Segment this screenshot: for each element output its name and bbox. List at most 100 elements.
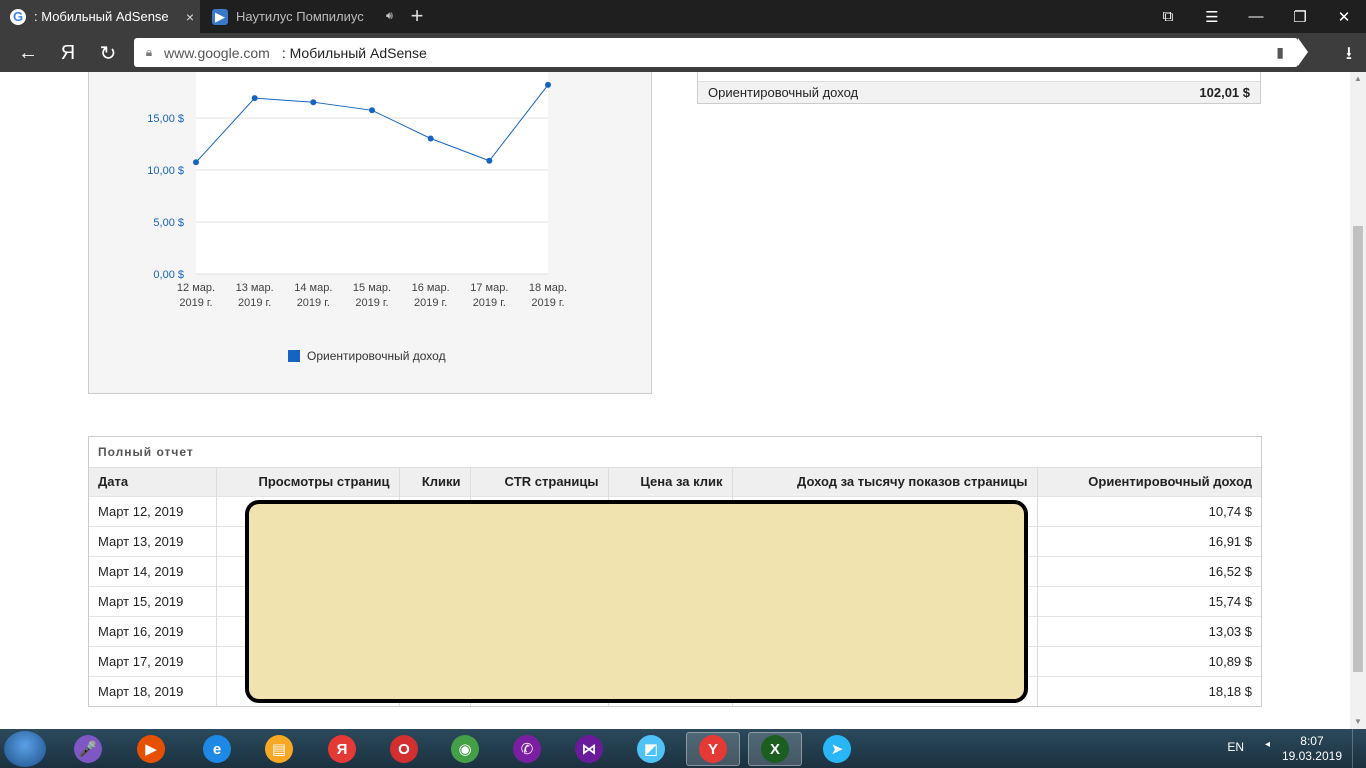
col-date[interactable]: Дата bbox=[89, 468, 217, 496]
viber-icon: ✆ bbox=[513, 735, 541, 763]
data-point bbox=[369, 107, 375, 114]
summary-total-value: 102,01 $ bbox=[1199, 85, 1250, 100]
page-scrollbar[interactable]: ▲ ▼ bbox=[1350, 72, 1366, 729]
menu-icon[interactable]: ☰ bbox=[1190, 0, 1234, 33]
tab-label: : Мобильный AdSense bbox=[34, 9, 169, 24]
x-tick-label: 2019 г. bbox=[531, 297, 564, 309]
summary-total-label: Ориентировочный доход bbox=[708, 85, 859, 100]
excel-app[interactable]: X bbox=[748, 732, 802, 766]
back-button[interactable]: ← bbox=[14, 39, 42, 67]
col-pageviews[interactable]: Просмотры страниц bbox=[216, 468, 400, 496]
cell-revenue: 10,74 $ bbox=[1037, 495, 1261, 526]
col-ctr[interactable]: CTR страницы bbox=[470, 468, 609, 496]
file-explorer-app[interactable]: ▤ bbox=[252, 732, 306, 766]
y-tick-label: 10,00 $ bbox=[147, 165, 184, 177]
plot-area bbox=[196, 72, 548, 274]
minimize-icon[interactable]: — bbox=[1234, 0, 1278, 33]
internet-explorer-app[interactable]: e bbox=[190, 732, 244, 766]
internet-explorer-icon: e bbox=[203, 735, 231, 763]
yandex-browser-app[interactable]: Y bbox=[686, 732, 740, 766]
y-tick-label: 0,00 $ bbox=[153, 269, 184, 281]
y-tick-label: 5,00 $ bbox=[153, 217, 184, 229]
x-tick-label: 17 мар. bbox=[470, 282, 508, 294]
cell-revenue: 16,91 $ bbox=[1037, 525, 1261, 556]
tray-expand-icon[interactable]: ◂ bbox=[1265, 739, 1270, 750]
bookmark-icon[interactable]: ▮ bbox=[1276, 44, 1284, 61]
cell-revenue: 10,89 $ bbox=[1037, 645, 1261, 676]
summary-row-cut bbox=[698, 72, 1260, 81]
data-point bbox=[251, 95, 258, 102]
summary-total-row: Ориентировочный доход 102,01 $ bbox=[698, 81, 1260, 103]
legend-label: Ориентировочный доход bbox=[307, 349, 446, 363]
excel-icon: X bbox=[761, 735, 789, 763]
summary-table: Ориентировочный доход 102,01 $ bbox=[697, 72, 1261, 104]
viber-app[interactable]: ✆ bbox=[500, 732, 554, 766]
google-favicon-icon: G bbox=[10, 8, 26, 25]
opera-app[interactable]: O bbox=[377, 732, 431, 766]
notes-app[interactable]: ◩ bbox=[624, 732, 678, 766]
file-explorer-icon: ▤ bbox=[265, 735, 293, 763]
scrollbar-thumb[interactable] bbox=[1353, 226, 1363, 672]
notes-icon: ◩ bbox=[637, 735, 665, 763]
telegram-icon: ➤ bbox=[823, 735, 851, 763]
language-indicator[interactable]: EN bbox=[1227, 740, 1244, 754]
lock-icon: 🔒︎ bbox=[145, 45, 153, 59]
yandex-icon: Я bbox=[328, 735, 356, 763]
new-tab-button[interactable]: + bbox=[404, 4, 430, 30]
media-player-app[interactable]: ▶ bbox=[124, 732, 178, 766]
url-field[interactable]: 🔒︎ www.google.com : Мобильный AdSense ▮ bbox=[134, 38, 1308, 67]
earnings-chart: 0,00 $ 5,00 $ 10,00 $ 15,00 $ 20,00 $ 12 мар.… bbox=[88, 72, 652, 394]
clock[interactable]: 8:07 19.03.2019 bbox=[1282, 734, 1342, 764]
chrome-app[interactable]: ◉ bbox=[438, 732, 492, 766]
telegram-app[interactable]: ➤ bbox=[810, 732, 864, 766]
visual-studio-app[interactable]: ⋈ bbox=[562, 732, 616, 766]
cell-date: Март 17, 2019 bbox=[89, 645, 217, 676]
col-clicks[interactable]: Клики bbox=[399, 468, 471, 496]
opera-icon: O bbox=[390, 735, 418, 763]
cell-revenue: 16,52 $ bbox=[1037, 555, 1261, 586]
cell-revenue: 15,74 $ bbox=[1037, 585, 1261, 616]
col-cpc[interactable]: Цена за клик bbox=[608, 468, 733, 496]
col-rpm[interactable]: Доход за тысячу показов страницы bbox=[732, 468, 1038, 496]
show-desktop-button[interactable] bbox=[1352, 729, 1366, 768]
x-tick-label: 14 мар. bbox=[294, 282, 332, 294]
scroll-down-icon[interactable]: ▼ bbox=[1350, 715, 1366, 729]
cell-date: Март 15, 2019 bbox=[89, 585, 217, 616]
visual-studio-icon: ⋈ bbox=[575, 735, 603, 763]
tab-nautilus[interactable]: ▶ Наутилус Помпилиус 🔊︎ bbox=[202, 0, 400, 33]
address-bar: ← Я ↻ 🔒︎ www.google.com : Мобильный AdSe… bbox=[0, 33, 1366, 72]
url-host: www.google.com bbox=[164, 44, 270, 61]
tab-adsense[interactable]: G : Мобильный AdSense × bbox=[0, 0, 200, 33]
x-tick-label: 2019 г. bbox=[179, 297, 212, 309]
close-tab-icon[interactable]: × bbox=[180, 9, 200, 25]
microphone-icon: 🎤 bbox=[74, 735, 102, 763]
x-tick-label: 2019 г. bbox=[238, 297, 271, 309]
x-tick-label: 16 мар. bbox=[412, 282, 450, 294]
windows-taskbar: 🎤 ▶ e ▤ Я O ◉ ✆ ⋈ ◩ Y X ➤ EN ◂ 8:07 19.03.2019 bbox=[0, 729, 1366, 768]
cell-date: Март 16, 2019 bbox=[89, 615, 217, 646]
page-content: 0,00 $ 5,00 $ 10,00 $ 15,00 $ 20,00 $ 12 мар.… bbox=[0, 72, 1350, 729]
download-icon[interactable]: ⭳ bbox=[1346, 41, 1352, 71]
legend-swatch bbox=[288, 350, 300, 362]
close-window-icon[interactable]: ✕ bbox=[1322, 0, 1366, 33]
microphone-app[interactable]: 🎤 bbox=[61, 732, 115, 766]
yandex-app[interactable]: Я bbox=[315, 732, 369, 766]
tab-label: Наутилус Помпилиус bbox=[236, 9, 364, 24]
y-tick-label: 15,00 $ bbox=[147, 113, 184, 125]
report-title: Полный отчет bbox=[89, 437, 1261, 468]
start-button[interactable] bbox=[4, 731, 46, 767]
redaction-box bbox=[245, 500, 1028, 703]
reload-button[interactable]: ↻ bbox=[94, 39, 122, 67]
speaker-icon[interactable]: 🔊︎ bbox=[386, 10, 400, 23]
restore-icon[interactable]: ❐ bbox=[1278, 0, 1322, 33]
scroll-up-icon[interactable]: ▲ bbox=[1350, 72, 1366, 86]
data-point bbox=[545, 81, 551, 88]
media-player-icon: ▶ bbox=[137, 735, 165, 763]
tabs-overview-icon[interactable]: ⧉ bbox=[1146, 0, 1190, 33]
data-point bbox=[310, 99, 317, 106]
yandex-logo-icon[interactable]: Я bbox=[54, 39, 82, 67]
cell-date: Март 14, 2019 bbox=[89, 555, 217, 586]
cell-date: Март 12, 2019 bbox=[89, 495, 217, 526]
col-revenue[interactable]: Ориентировочный доход bbox=[1037, 468, 1261, 496]
clock-time: 8:07 bbox=[1300, 734, 1324, 748]
